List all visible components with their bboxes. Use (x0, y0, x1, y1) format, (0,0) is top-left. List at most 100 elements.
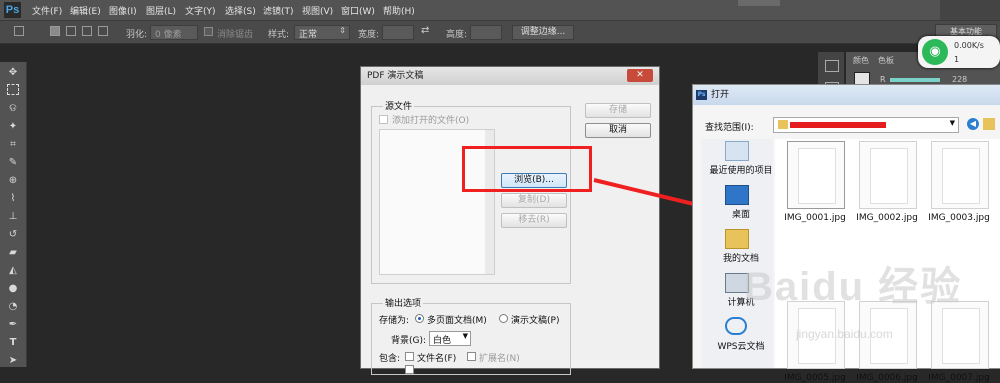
menu-edit[interactable]: 编辑(E) (70, 4, 101, 17)
history-panel-icon[interactable] (825, 60, 839, 72)
antialias-checkbox[interactable] (204, 27, 213, 36)
cancel-button[interactable]: 取消 (585, 123, 651, 138)
menu-type[interactable]: 文字(Y) (185, 4, 216, 17)
file-name[interactable]: IMG_0007.jpg (919, 373, 999, 383)
photoshop-logo: Ps (4, 2, 21, 18)
watermark-url: jingyan.baidu.com (796, 327, 893, 341)
eraser-tool-icon[interactable]: ▰ (6, 246, 20, 259)
save-button[interactable]: 存储 (585, 103, 651, 118)
duplicate-button[interactable]: 复制(D) (501, 193, 567, 208)
file-thumbnail[interactable] (859, 141, 917, 209)
look-in-select[interactable]: ▼ (773, 117, 959, 133)
tab-swatches[interactable]: 色板 (878, 55, 894, 66)
intersect-selection-icon[interactable] (98, 26, 108, 36)
title-checkbox[interactable] (405, 365, 414, 374)
path-selection-tool-icon[interactable]: ➤ (6, 354, 20, 367)
swap-dimensions-icon[interactable]: ⇄ (421, 25, 429, 36)
type-tool-icon[interactable]: T (6, 336, 20, 349)
menu-filter[interactable]: 滤镜(T) (263, 4, 294, 17)
dialog-title: 打开 (693, 85, 1000, 105)
menu-layer[interactable]: 图层(L) (146, 4, 176, 17)
presentation-radio[interactable] (499, 314, 508, 323)
close-icon[interactable]: ✕ (627, 69, 653, 82)
crop-tool-icon[interactable]: ⌗ (6, 138, 20, 151)
file-name[interactable]: IMG_0003.jpg (919, 213, 999, 223)
tools-panel: ✥ ଡ ✦ ⌗ ✎ ⊕ ⌇ ⊥ ↺ ▰ ◭ ● ◔ ✒ T ➤ (0, 62, 27, 367)
magic-wand-tool-icon[interactable]: ✦ (6, 120, 20, 133)
save-as-label: 存储为: (379, 316, 410, 326)
recent-items-icon[interactable] (725, 141, 749, 161)
feather-label: 羽化: (126, 30, 148, 40)
window-controls[interactable] (940, 0, 1000, 20)
paint-bucket-tool-icon[interactable]: ◭ (6, 264, 20, 277)
add-selection-icon[interactable] (66, 26, 76, 36)
antialias-label: 消除锯齿 (217, 30, 254, 40)
height-input[interactable] (470, 25, 502, 40)
bridge-button[interactable] (738, 0, 780, 6)
look-in-label: 查找范围(I): (705, 123, 754, 133)
red-slider[interactable] (890, 78, 940, 82)
healing-brush-tool-icon[interactable]: ⊕ (6, 174, 20, 187)
extension-checkbox[interactable] (467, 352, 476, 361)
file-name[interactable]: IMG_0001.jpg (775, 213, 855, 223)
subtract-selection-icon[interactable] (82, 26, 92, 36)
highlight-box (462, 146, 592, 192)
menu-select[interactable]: 选择(S) (225, 4, 256, 17)
place-desktop[interactable]: 桌面 (701, 207, 781, 220)
chevron-down-icon: ⇕ (339, 26, 346, 35)
file-name[interactable]: IMG_0002.jpg (847, 213, 927, 223)
file-name[interactable]: IMG_0006.jpg (847, 373, 927, 383)
red-value: 228 (952, 75, 968, 84)
background-select[interactable]: 白色 ▼ (429, 331, 471, 346)
menu-image[interactable]: 图像(I) (109, 4, 137, 17)
tab-color[interactable]: 颜色 (853, 55, 869, 66)
presentation-label: 演示文稿(P) (511, 316, 560, 326)
add-open-files-checkbox[interactable] (379, 115, 388, 124)
red-label: R (880, 75, 886, 84)
refine-edge-button[interactable]: 调整边缘... (512, 25, 574, 40)
back-icon[interactable]: ◀ (967, 118, 979, 130)
add-open-files-label: 添加打开的文件(O) (392, 116, 470, 126)
feather-input[interactable]: 0 像素 (150, 25, 198, 40)
dodge-tool-icon[interactable]: ◔ (6, 300, 20, 313)
eyedropper-tool-icon[interactable]: ✎ (6, 156, 20, 169)
place-recent[interactable]: 最近使用的项目 (701, 163, 781, 176)
menu-view[interactable]: 视图(V) (302, 4, 333, 17)
blur-tool-icon[interactable]: ● (6, 282, 20, 295)
menu-window[interactable]: 窗口(W) (341, 4, 375, 17)
menu-help[interactable]: 帮助(H) (383, 4, 415, 17)
documents-folder-icon[interactable] (725, 229, 749, 249)
new-selection-icon[interactable] (50, 26, 60, 36)
up-folder-icon[interactable] (983, 118, 995, 130)
speed-value: 0.00K/s (954, 41, 984, 50)
place-wps-cloud[interactable]: WPS云文档 (701, 339, 781, 352)
clone-stamp-tool-icon[interactable]: ⊥ (6, 210, 20, 223)
lasso-tool-icon[interactable]: ଡ (6, 102, 20, 115)
width-input[interactable] (382, 25, 414, 40)
brush-tool-icon[interactable]: ⌇ (6, 192, 20, 205)
filename-checkbox[interactable] (405, 352, 414, 361)
feather-value: 0 像素 (155, 30, 182, 40)
output-options-label: 输出选项 (383, 296, 424, 309)
desktop-icon[interactable] (725, 185, 749, 205)
marquee-preset-icon[interactable] (14, 26, 24, 36)
file-thumbnail[interactable] (787, 141, 845, 209)
remove-button[interactable]: 移去(R) (501, 213, 567, 228)
extension-label: 扩展名(N) (479, 354, 520, 364)
marquee-tool-icon[interactable] (7, 84, 19, 95)
photoshop-icon: Ps (696, 90, 707, 100)
pen-tool-icon[interactable]: ✒ (6, 318, 20, 331)
style-select[interactable]: 正常 ⇕ (294, 25, 350, 40)
width-label: 宽度: (358, 30, 380, 40)
file-thumbnail[interactable] (931, 141, 989, 209)
folder-icon (778, 120, 788, 129)
baidu-watermark: Baidu 经验 (744, 265, 963, 309)
options-bar: 羽化: 0 像素 消除锯齿 样式: 正常 ⇕ 宽度: ⇄ 高度: 调整边缘... (0, 21, 1000, 44)
cloud-icon[interactable] (725, 317, 747, 335)
multipage-radio[interactable] (415, 314, 424, 323)
menu-file[interactable]: 文件(F) (32, 4, 62, 17)
history-brush-tool-icon[interactable]: ↺ (6, 228, 20, 241)
move-tool-icon[interactable]: ✥ (6, 66, 20, 79)
file-name[interactable]: IMG_0005.jpg (775, 373, 855, 383)
background-label: 背景(G): (391, 336, 427, 346)
